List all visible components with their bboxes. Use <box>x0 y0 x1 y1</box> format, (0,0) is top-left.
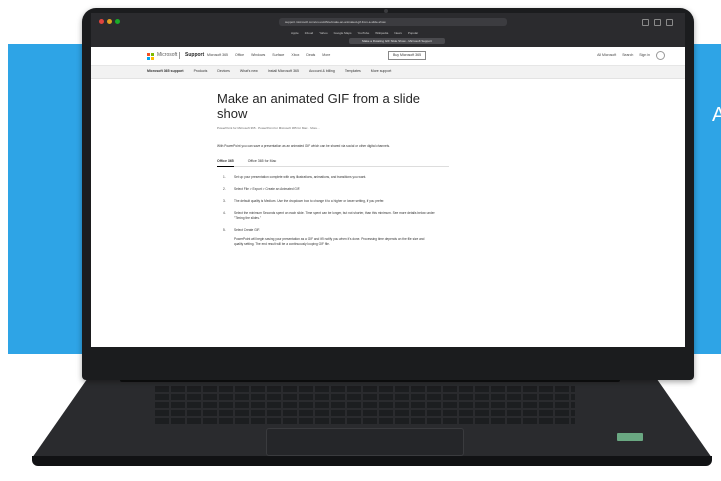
step-text: The default quality is Medium. Use the d… <box>234 199 385 203</box>
sign-in-link[interactable]: Sign in <box>639 53 650 60</box>
steps-list: 1. Set up your presentation complete wit… <box>217 175 449 247</box>
fullscreen-window-icon[interactable] <box>115 19 120 24</box>
laptop-trackpad <box>266 428 464 456</box>
avatar-icon[interactable] <box>656 51 665 60</box>
nav-item[interactable]: Surface <box>272 53 284 57</box>
bookmark-item[interactable]: News <box>394 30 402 36</box>
article-content: Make an animated GIF from a slide show P… <box>217 91 449 247</box>
header-divider <box>179 52 180 59</box>
article-intro: With PowerPoint you can save a presentat… <box>217 144 390 148</box>
sub-nav-item[interactable]: More support <box>371 69 392 73</box>
address-bar[interactable]: support.microsoft.com/en-us/office/make-… <box>279 18 507 26</box>
header-nav: Microsoft 365 Office Windows Surface Xbo… <box>207 53 330 57</box>
sub-navigation: Microsoft 365 support Products Devices W… <box>91 66 685 79</box>
tab-office-365-mac[interactable]: Office 365 for Mac <box>248 159 277 163</box>
sub-nav-item[interactable]: What's new <box>240 69 258 73</box>
bookmark-item[interactable]: Popular <box>408 30 418 36</box>
bookmark-item[interactable]: Apple <box>291 30 299 36</box>
bookmarks-bar: Apple iCloud Yahoo Google Maps YouTube W… <box>291 30 511 36</box>
step-text: Select File > Export > Create an Animate… <box>234 187 301 191</box>
sub-nav-item[interactable]: Microsoft 365 support <box>147 69 184 73</box>
list-item: 3. The default quality is Medium. Use th… <box>223 199 449 204</box>
laptop-lid: support.microsoft.com/en-us/office/make-… <box>82 8 694 380</box>
tab-office-365[interactable]: Office 365 <box>217 159 234 167</box>
sub-nav-item[interactable]: Products <box>194 69 208 73</box>
tab-overview-icon[interactable] <box>666 19 673 26</box>
step-number: 1. <box>223 175 226 179</box>
browser-toolbar: support.microsoft.com/en-us/office/make-… <box>91 13 685 47</box>
microsoft-logo-icon[interactable] <box>147 53 154 60</box>
banner-letter: A <box>712 104 721 126</box>
sub-nav-item[interactable]: Devices <box>217 69 229 73</box>
sub-nav-item[interactable]: Account & billing <box>309 69 335 73</box>
support-link[interactable]: Support <box>185 52 204 58</box>
logo-square-green <box>151 53 154 56</box>
list-item: 4. Select the minimum Seconds spent on e… <box>223 211 449 221</box>
site-header: Microsoft Support Microsoft 365 Office W… <box>91 47 685 66</box>
list-item: 5. Select Create GIF. <box>223 228 449 233</box>
toolbar-icons <box>642 19 673 26</box>
sub-nav-items: Microsoft 365 support Products Devices W… <box>147 69 391 73</box>
list-item: 2. Select File > Export > Create an Anim… <box>223 187 449 192</box>
search-link[interactable]: Search <box>622 53 633 60</box>
bookmark-item[interactable]: Yahoo <box>319 30 327 36</box>
bookmark-item[interactable]: Wikipedia <box>375 30 388 36</box>
nav-item[interactable]: Deals <box>306 53 315 57</box>
step-text: Select the minimum Seconds spent on each… <box>234 211 435 220</box>
laptop-base-front <box>32 456 712 466</box>
brand-name[interactable]: Microsoft <box>157 52 177 58</box>
new-tab-icon[interactable] <box>654 19 661 26</box>
bookmark-item[interactable]: iCloud <box>305 30 314 36</box>
nav-item[interactable]: More <box>322 53 330 57</box>
sub-nav-item[interactable]: Install Microsoft 365 <box>268 69 299 73</box>
minimize-window-icon[interactable] <box>107 19 112 24</box>
logo-square-yellow <box>151 57 154 60</box>
article-tabs: Office 365 Office 365 for Mac <box>217 159 449 167</box>
laptop-keyboard-rows <box>155 386 575 424</box>
step-number: 5. <box>223 228 226 232</box>
nav-item[interactable]: Xbox <box>291 53 299 57</box>
step-text: Set up your presentation complete with a… <box>234 175 367 179</box>
list-item: 1. Set up your presentation complete wit… <box>223 175 449 180</box>
nav-item[interactable]: Office <box>235 53 244 57</box>
sub-nav-item[interactable]: Templates <box>345 69 361 73</box>
close-window-icon[interactable] <box>99 19 104 24</box>
window-controls <box>99 19 120 24</box>
applies-to: PowerPoint for Microsoft 365 · PowerPoin… <box>217 126 320 130</box>
all-microsoft-link[interactable]: All Microsoft <box>597 53 616 60</box>
buy-microsoft-365-button[interactable]: Buy Microsoft 365 <box>388 51 427 60</box>
step-number: 2. <box>223 187 226 191</box>
logo-square-red <box>147 53 150 56</box>
step-text: Select Create GIF. <box>234 228 261 232</box>
laptop-screen: support.microsoft.com/en-us/office/make-… <box>91 13 685 347</box>
step-detail: PowerPoint will begin saving your presen… <box>234 237 425 246</box>
laptop-sticker <box>617 433 643 441</box>
header-right: All Microsoft Search Sign in <box>597 51 665 60</box>
bookmark-item[interactable]: YouTube <box>358 30 370 36</box>
step-number: 4. <box>223 211 226 215</box>
share-icon[interactable] <box>642 19 649 26</box>
bookmark-item[interactable]: Google Maps <box>334 30 352 36</box>
active-tab[interactable]: Make a Rotating GIF Slide Show - Microso… <box>349 38 445 44</box>
nav-item[interactable]: Windows <box>251 53 265 57</box>
page-title: Make an animated GIF from a slide show <box>217 91 421 121</box>
step-number: 3. <box>223 199 226 203</box>
nav-item[interactable]: Microsoft 365 <box>207 53 228 57</box>
logo-square-blue <box>147 57 150 60</box>
